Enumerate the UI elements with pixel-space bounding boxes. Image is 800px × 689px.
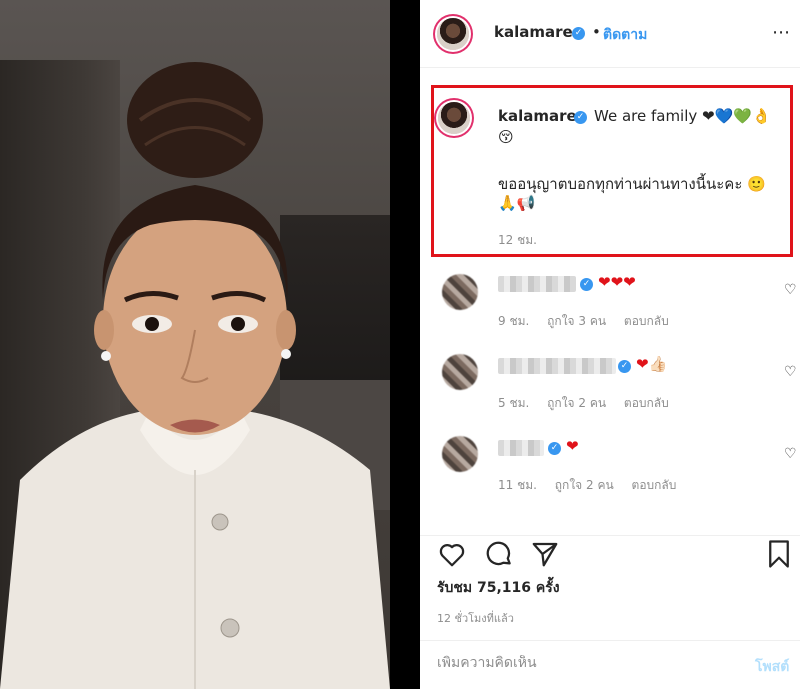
comment-meta: 9 ชม. ถูกใจ 3 คน ตอบกลับ — [498, 312, 683, 331]
media-divider — [390, 0, 420, 689]
person-photo — [0, 62, 390, 689]
caption-text-line2: ขออนุญาตบอกทุกท่านผ่านทางนี้นะคะ 🙂 — [498, 175, 766, 193]
comment-time: 9 ชม. — [498, 314, 530, 328]
comment-like-heart-icon[interactable]: ♡ — [784, 446, 797, 462]
post-timestamp: 12 ชั่วโมงที่แล้ว — [437, 612, 514, 625]
comment-item: ✓ ❤👍🏻 5 ชม. ถูกใจ 2 คน ตอบกลับ ♡ — [420, 352, 800, 432]
comment-input[interactable] — [437, 655, 717, 671]
follow-button[interactable]: ติดตาม — [603, 24, 647, 46]
comment-username-blurred[interactable] — [498, 276, 576, 292]
comment-avatar[interactable] — [442, 436, 478, 472]
comment-reply-button[interactable]: ตอบกลับ — [624, 314, 669, 328]
comment-avatar[interactable] — [442, 354, 478, 390]
caption-username[interactable]: kalamare — [498, 107, 577, 125]
header-username[interactable]: kalamare — [494, 23, 573, 41]
comment-like-heart-icon[interactable]: ♡ — [784, 364, 797, 380]
comment-username-blurred[interactable] — [498, 358, 616, 374]
caption-text: We are family ❤💙💚👌 — [594, 107, 771, 125]
comment-reply-button[interactable]: ตอบกลับ — [624, 396, 669, 410]
post-media[interactable] — [0, 0, 390, 689]
caption-timestamp: 12 ชม. — [498, 233, 537, 247]
comment-meta: 11 ชม. ถูกใจ 2 คน ตอบกลับ — [498, 476, 690, 495]
comment-like-heart-icon[interactable]: ♡ — [784, 282, 797, 298]
comment-reply-button[interactable]: ตอบกลับ — [632, 478, 677, 492]
verified-badge-icon: ✓ — [580, 278, 593, 291]
caption-avatar[interactable] — [438, 102, 470, 134]
comment-time: 11 ชม. — [498, 478, 537, 492]
more-options-icon[interactable]: ⋯ — [772, 22, 791, 43]
caption-emoji: 😚 — [498, 128, 514, 146]
verified-badge-icon: ✓ — [548, 442, 561, 455]
comment-item: ✓ ❤ 11 ชม. ถูกใจ 2 คน ตอบกลับ ♡ — [420, 434, 800, 514]
comment-likes[interactable]: ถูกใจ 2 คน — [555, 478, 614, 492]
verified-badge-icon: ✓ — [618, 360, 631, 373]
comment-username-blurred[interactable] — [498, 440, 544, 456]
bookmark-icon[interactable] — [766, 539, 792, 569]
action-bar — [420, 535, 800, 575]
paper-plane-icon[interactable] — [530, 539, 560, 569]
instagram-panel: kalamare ✓ • ติดตาม ⋯ kalamare ✓ We are … — [420, 0, 800, 689]
comment-item: ✓ ❤❤❤ 9 ชม. ถูกใจ 3 คน ตอบกลับ ♡ — [420, 270, 800, 350]
comment-time: 5 ชม. — [498, 396, 530, 410]
comment-text: ❤❤❤ — [598, 273, 636, 291]
post-header: kalamare ✓ • ติดตาม ⋯ — [420, 0, 800, 68]
comment-icon[interactable] — [484, 539, 514, 569]
verified-badge-icon: ✓ — [572, 27, 585, 40]
comment-text: ❤ — [566, 437, 579, 455]
add-comment-bar: โพสต์ — [420, 640, 800, 689]
separator-dot: • — [592, 23, 601, 41]
comment-likes[interactable]: ถูกใจ 3 คน — [547, 314, 606, 328]
comment-avatar[interactable] — [442, 274, 478, 310]
view-count[interactable]: รับชม 75,116 ครั้ง — [437, 577, 560, 599]
avatar[interactable] — [437, 18, 469, 50]
verified-badge-icon: ✓ — [574, 111, 587, 124]
comment-text: ❤👍🏻 — [636, 355, 668, 373]
comment-likes[interactable]: ถูกใจ 2 คน — [547, 396, 606, 410]
comment-meta: 5 ชม. ถูกใจ 2 คน ตอบกลับ — [498, 394, 683, 413]
heart-icon[interactable] — [437, 539, 467, 569]
caption-emoji-line2: 🙏📢 — [498, 194, 536, 212]
post-comment-button[interactable]: โพสต์ — [755, 656, 789, 678]
